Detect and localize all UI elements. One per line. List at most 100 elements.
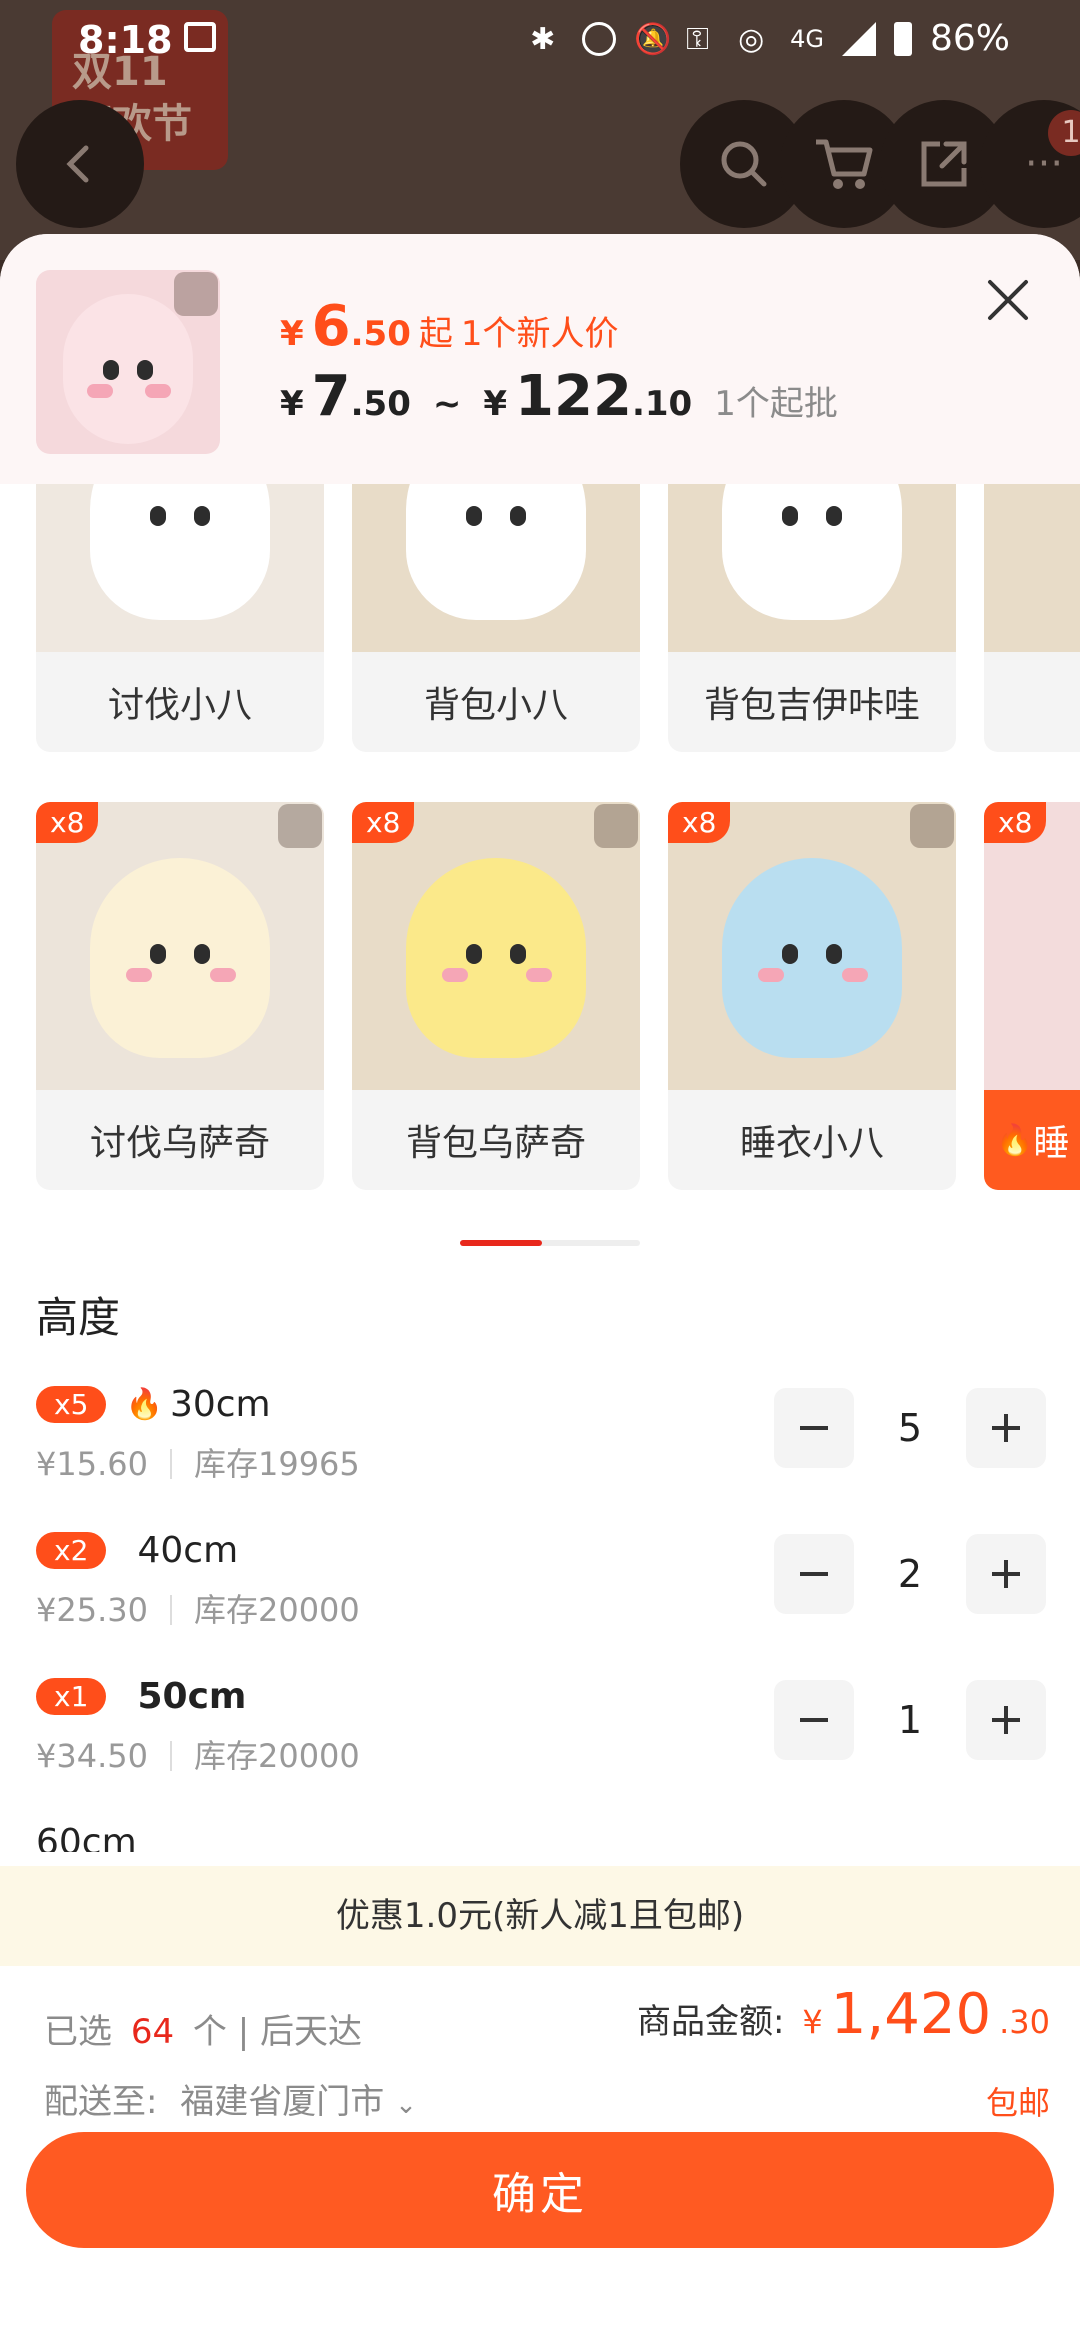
minus-icon xyxy=(800,1718,828,1722)
expand-icon[interactable] xyxy=(910,804,954,848)
image-icon xyxy=(184,22,216,52)
battery-icon xyxy=(893,21,912,56)
expand-icon[interactable] xyxy=(594,804,638,848)
dnd-icon xyxy=(582,21,617,56)
price-range: ¥ 7.50 ~ ¥ 122.10 1个起批 xyxy=(280,364,838,429)
variant-name: 睡 xyxy=(984,652,1080,752)
size-option-row: x2 40cm ¥25.30 库存20000 2 xyxy=(36,1530,1046,1660)
minus-icon xyxy=(800,1572,828,1576)
variant-name: 背包乌萨奇 xyxy=(405,1123,586,1164)
variant-image: x8 xyxy=(668,802,956,1090)
variant-card[interactable]: x8 讨伐乌萨奇 xyxy=(36,802,324,1190)
quantity-value[interactable]: 2 xyxy=(854,1552,966,1596)
more-button[interactable]: ··· 1 xyxy=(980,100,1080,228)
minus-icon xyxy=(800,1426,828,1430)
chevron-down-icon: ⌄ xyxy=(395,2090,417,2120)
promo-banner: 优惠1.0元(新人减1且包邮) xyxy=(0,1866,1080,1966)
size-stock: 库存20000 xyxy=(193,1591,360,1629)
size-stock: 库存19965 xyxy=(193,1445,360,1483)
address-value: 福建省厦门市 xyxy=(180,2082,385,2122)
variant-card[interactable]: x8 背包乌萨奇 xyxy=(352,802,640,1190)
sku-selection-sheet: ¥ 6.50 起 1个新人价 ¥ 7.50 ~ ¥ 122.10 1个起批 讨伐… xyxy=(0,234,1080,2340)
size-stock: 库存20000 xyxy=(193,1737,360,1775)
expand-icon[interactable] xyxy=(174,272,218,316)
size-label: 30cm xyxy=(169,1384,271,1425)
increase-button[interactable] xyxy=(966,1680,1046,1760)
fire-icon: 🔥 xyxy=(996,1122,1034,1158)
quantity-badge: x8 xyxy=(984,802,1047,843)
size-label: 60cm xyxy=(36,1822,137,1852)
bluetooth-icon: ✱ xyxy=(530,21,556,57)
variant-name: 背包吉伊咔哇 xyxy=(703,685,920,726)
confirm-button[interactable]: 确定 xyxy=(26,2132,1054,2248)
shipping-address[interactable]: 配送至: 福建省厦门市 ⌄ xyxy=(44,2074,417,2123)
close-icon[interactable] xyxy=(980,272,1036,328)
increase-button[interactable] xyxy=(966,1534,1046,1614)
size-option-row: 60cm xyxy=(36,1822,1046,1852)
network-type: 4G xyxy=(790,24,824,53)
size-option-row: x5 🔥 30cm ¥15.60 库存19965 5 xyxy=(36,1384,1046,1514)
variant-image xyxy=(668,484,956,652)
variant-name: 🔥 睡 xyxy=(984,1090,1080,1190)
quantity-tag: x5 xyxy=(36,1386,107,1423)
increase-button[interactable] xyxy=(966,1388,1046,1468)
plush-image xyxy=(63,294,193,445)
quantity-tag: x1 xyxy=(36,1678,107,1715)
quantity-stepper: 5 xyxy=(774,1388,1046,1468)
battery-level: 86% xyxy=(929,18,1010,59)
alarm-off-icon: 🔕 xyxy=(634,21,672,57)
variant-name: 讨伐乌萨奇 xyxy=(89,1123,270,1164)
plus-icon xyxy=(992,1706,1020,1734)
plus-icon xyxy=(992,1560,1020,1588)
plus-icon xyxy=(992,1414,1020,1442)
total-amount: 商品金额: ¥ 1,420.30 xyxy=(636,1982,1050,2047)
quantity-value[interactable]: 5 xyxy=(854,1406,966,1450)
hotspot-icon: ◎ xyxy=(738,21,765,57)
quantity-badge: x8 xyxy=(668,802,731,843)
variant-image: x8 xyxy=(352,802,640,1090)
back-button[interactable] xyxy=(16,100,144,228)
selected-count: 64 xyxy=(130,2012,175,2052)
selection-summary: 已选 64 个 | 后天达 xyxy=(44,2012,362,2052)
variant-card[interactable]: 背包吉伊咔哇 xyxy=(668,484,956,752)
variant-image xyxy=(984,484,1080,652)
variant-scroll-indicator xyxy=(460,1240,640,1246)
variant-grid: 讨伐小八 背包小八 背包吉伊咔哇 睡 x8 讨伐乌萨奇 x8 xyxy=(0,484,1080,1204)
variant-name: 讨伐小八 xyxy=(107,685,252,726)
size-option-row: x1 50cm ¥34.50 库存20000 1 xyxy=(36,1676,1046,1806)
cart-icon xyxy=(816,139,873,189)
decrease-button[interactable] xyxy=(774,1680,854,1760)
quantity-badge: x8 xyxy=(352,802,415,843)
signal-icon xyxy=(841,21,876,56)
variant-image: x8 xyxy=(36,802,324,1090)
variant-image xyxy=(36,484,324,652)
product-thumbnail[interactable] xyxy=(36,270,220,454)
quantity-stepper: 2 xyxy=(774,1534,1046,1614)
key-icon: ⚿ xyxy=(686,21,709,57)
variant-name: 背包小八 xyxy=(423,685,568,726)
variant-image: x8 xyxy=(984,802,1080,1090)
sheet-header: ¥ 6.50 起 1个新人价 ¥ 7.50 ~ ¥ 122.10 1个起批 xyxy=(0,234,1080,484)
size-label: 50cm xyxy=(137,1676,247,1717)
variant-card-selected[interactable]: x8 🔥 睡 xyxy=(984,802,1080,1190)
variant-card[interactable]: 睡 xyxy=(984,484,1080,752)
status-icons: ✱ 🔕 ⚿ ◎ 4G 86% xyxy=(530,18,1010,59)
size-price: ¥34.50 xyxy=(36,1737,148,1775)
decrease-button[interactable] xyxy=(774,1534,854,1614)
share-icon xyxy=(921,141,967,187)
back-arrow-icon xyxy=(66,145,89,183)
decrease-button[interactable] xyxy=(774,1388,854,1468)
quantity-value[interactable]: 1 xyxy=(854,1698,966,1742)
variant-card[interactable]: 讨伐小八 xyxy=(36,484,324,752)
variant-card[interactable]: x8 睡衣小八 xyxy=(668,802,956,1190)
height-section-title: 高度 xyxy=(36,1293,121,1342)
variant-name: 睡衣小八 xyxy=(739,1123,884,1164)
expand-icon[interactable] xyxy=(278,804,322,848)
fire-icon: 🔥 xyxy=(125,1387,163,1422)
size-price: ¥25.30 xyxy=(36,1591,148,1629)
variant-card[interactable]: 背包小八 xyxy=(352,484,640,752)
status-time: 8:18 xyxy=(78,18,173,62)
quantity-tag: x2 xyxy=(36,1532,107,1569)
new-user-price: ¥ 6.50 起 1个新人价 xyxy=(280,294,619,359)
size-price: ¥15.60 xyxy=(36,1445,148,1483)
